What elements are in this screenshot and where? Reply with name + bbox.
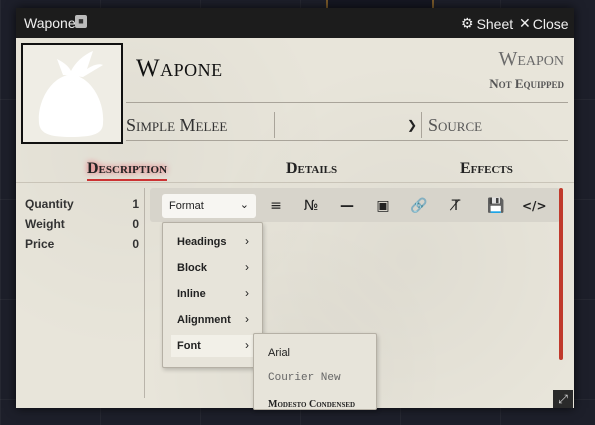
- weapon-type-label: Simple Melee: [126, 114, 228, 135]
- divider: [16, 182, 574, 183]
- chevron-right-icon: ›: [245, 338, 249, 352]
- link-icon[interactable]: 🔗: [409, 196, 429, 216]
- menu-item-inline[interactable]: Inline ›: [171, 283, 255, 305]
- property-value: 0: [132, 237, 139, 251]
- window-title: Wapone: [24, 15, 76, 31]
- tab-effects[interactable]: Effects: [460, 160, 513, 178]
- close-icon: ✕: [519, 15, 531, 31]
- horizontal-rule-icon[interactable]: —: [337, 196, 357, 216]
- tab-details[interactable]: Details: [286, 160, 337, 178]
- menu-item-label: Inline: [177, 288, 206, 300]
- divider: [144, 188, 145, 398]
- menu-item-label: Alignment: [177, 314, 231, 326]
- chevron-right-icon: ›: [245, 286, 249, 300]
- font-option-courier-new[interactable]: Courier New: [268, 372, 341, 384]
- sheet-content: Wapone Weapon Not Equipped Simple Melee …: [16, 38, 574, 410]
- font-option-modesto-condensed[interactable]: Modesto Condensed: [268, 399, 355, 409]
- source-code-icon[interactable]: </>: [522, 196, 547, 216]
- editor-toolbar: Format ⌄ ≡ № — ▣ 🔗 T̸ 💾 </>: [150, 188, 560, 222]
- chevron-down-icon: ❯: [406, 117, 417, 132]
- property-row: Weight 0: [25, 214, 139, 234]
- image-icon[interactable]: ▣: [373, 196, 393, 216]
- menu-item-label: Headings: [177, 236, 227, 248]
- format-dropdown[interactable]: Format ⌄: [162, 194, 256, 218]
- chevron-right-icon: ›: [245, 312, 249, 326]
- divider: [126, 140, 568, 141]
- scrollbar[interactable]: [559, 188, 563, 360]
- property-label: Weight: [25, 217, 65, 231]
- property-row: Quantity 1: [25, 194, 139, 214]
- menu-item-alignment[interactable]: Alignment ›: [171, 309, 255, 331]
- chevron-down-icon: ⌄: [239, 199, 249, 211]
- menu-item-headings[interactable]: Headings ›: [171, 231, 255, 253]
- format-label: Format: [169, 200, 204, 212]
- clear-format-icon[interactable]: T̸: [446, 196, 466, 216]
- divider: [126, 102, 568, 103]
- save-icon[interactable]: 💾: [486, 196, 506, 216]
- equip-state[interactable]: Not Equipped: [489, 76, 564, 92]
- chevron-right-icon: ›: [245, 260, 249, 274]
- weapon-property-select[interactable]: ❯: [274, 112, 422, 138]
- window-titlebar[interactable]: Wapone ■ ⚙ Sheet ✕ Close: [16, 8, 574, 38]
- chevron-right-icon: ›: [245, 234, 249, 248]
- tab-description[interactable]: Description: [87, 160, 168, 181]
- weapon-type-field[interactable]: Simple Melee: [126, 112, 274, 138]
- property-value: 1: [132, 197, 139, 211]
- item-portrait[interactable]: [21, 43, 123, 144]
- sheet-config-button[interactable]: ⚙ Sheet: [461, 15, 513, 32]
- menu-item-font[interactable]: Font ›: [171, 335, 255, 357]
- item-properties: Quantity 1 Weight 0 Price 0: [25, 194, 139, 254]
- bag-icon: [38, 51, 104, 137]
- menu-item-label: Font: [177, 340, 201, 352]
- item-sheet-window: Wapone ■ ⚙ Sheet ✕ Close Wapone Weapon N…: [16, 8, 574, 410]
- gear-icon: ⚙: [461, 15, 474, 31]
- sheet-button-label: Sheet: [476, 15, 514, 32]
- menu-item-label: Block: [177, 262, 207, 274]
- font-option-arial[interactable]: Arial: [268, 347, 290, 359]
- item-type: Weapon: [498, 48, 564, 70]
- property-row: Price 0: [25, 234, 139, 254]
- font-submenu: Arial Courier New Modesto Condensed: [253, 333, 377, 410]
- resize-handle-icon[interactable]: ⤢: [553, 390, 573, 408]
- numbered-list-icon[interactable]: №: [301, 196, 321, 216]
- source-input[interactable]: Source: [426, 112, 568, 138]
- bullet-list-icon[interactable]: ≡: [266, 196, 286, 216]
- close-button[interactable]: ✕ Close: [519, 15, 569, 32]
- property-value: 0: [132, 217, 139, 231]
- document-id-icon[interactable]: ■: [75, 15, 87, 28]
- close-button-label: Close: [532, 15, 569, 32]
- menu-item-block[interactable]: Block ›: [171, 257, 255, 279]
- sheet-tabs: Description Details Effects: [16, 152, 574, 181]
- format-menu: Headings › Block › Inline › Alignment › …: [162, 222, 263, 368]
- source-label: Source: [428, 114, 483, 135]
- item-name[interactable]: Wapone: [136, 55, 223, 83]
- property-label: Quantity: [25, 197, 74, 211]
- property-label: Price: [25, 237, 55, 251]
